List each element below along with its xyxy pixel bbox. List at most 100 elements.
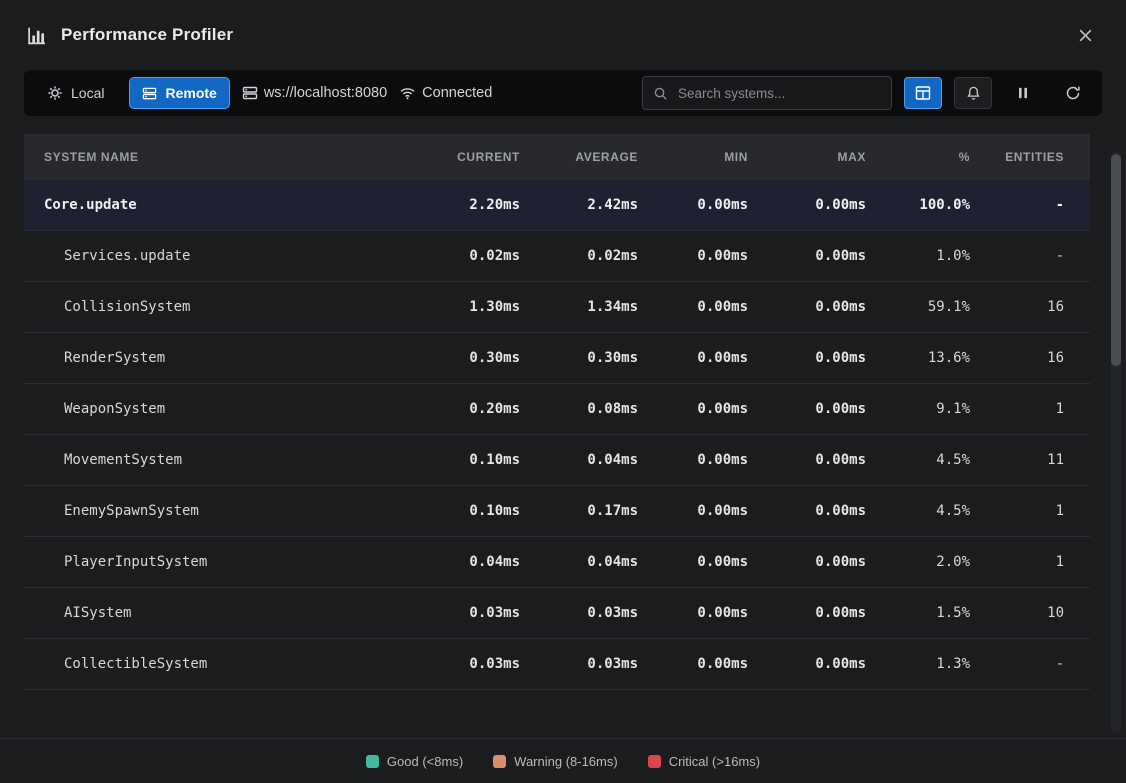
scrollbar-track[interactable]	[1111, 152, 1121, 733]
legend-swatch	[366, 755, 379, 768]
table-row[interactable]: AISystem0.03ms0.03ms0.00ms0.00ms1.5%10	[24, 588, 1090, 639]
pause-icon	[1016, 86, 1030, 100]
cell-min: 0.00ms	[638, 452, 748, 468]
cell-system-name: CollisionSystem	[24, 299, 385, 315]
cell-system-name: Core.update	[24, 197, 385, 213]
scrollbar-thumb[interactable]	[1111, 154, 1121, 366]
table-row[interactable]: RenderSystem0.30ms0.30ms0.00ms0.00ms13.6…	[24, 333, 1090, 384]
cell-percent: 2.0%	[866, 554, 970, 570]
table-grid-icon	[915, 85, 931, 101]
table-body: Core.update2.20ms2.42ms0.00ms0.00ms100.0…	[24, 180, 1090, 690]
remote-mode-label: Remote	[165, 85, 216, 101]
column-header[interactable]: SYSTEM NAME	[24, 150, 385, 164]
cell-min: 0.00ms	[638, 350, 748, 366]
legend-bar: Good (<8ms) Warning (8-16ms) Critical (>16…	[0, 738, 1126, 783]
cell-max: 0.00ms	[748, 554, 866, 570]
cell-percent: 4.5%	[866, 452, 970, 468]
table-row[interactable]: MovementSystem0.10ms0.04ms0.00ms0.00ms4.…	[24, 435, 1090, 486]
local-mode-button[interactable]: Local	[34, 77, 117, 109]
cell-percent: 9.1%	[866, 401, 970, 417]
cell-min: 0.00ms	[638, 197, 748, 213]
pause-button[interactable]	[1004, 77, 1042, 109]
cell-max: 0.00ms	[748, 197, 866, 213]
cell-current: 0.10ms	[385, 503, 520, 519]
search-box	[642, 76, 892, 110]
cell-average: 0.03ms	[520, 656, 638, 672]
cell-system-name: MovementSystem	[24, 452, 385, 468]
server-icon	[242, 85, 258, 101]
table-row[interactable]: Core.update2.20ms2.42ms0.00ms0.00ms100.0…	[24, 180, 1090, 231]
cell-current: 0.20ms	[385, 401, 520, 417]
cell-entities: 16	[970, 350, 1090, 366]
legend-item: Critical (>16ms)	[648, 754, 760, 769]
table-row[interactable]: EnemySpawnSystem0.10ms0.17ms0.00ms0.00ms…	[24, 486, 1090, 537]
cell-average: 0.04ms	[520, 452, 638, 468]
cell-current: 0.03ms	[385, 605, 520, 621]
cell-percent: 4.5%	[866, 503, 970, 519]
cell-max: 0.00ms	[748, 605, 866, 621]
cell-max: 0.00ms	[748, 401, 866, 417]
cell-percent: 1.5%	[866, 605, 970, 621]
legend-swatch	[493, 755, 506, 768]
cell-min: 0.00ms	[638, 248, 748, 264]
column-header[interactable]: MIN	[638, 150, 748, 164]
table-header: SYSTEM NAMECURRENTAVERAGEMINMAX%ENTITIES	[24, 134, 1090, 180]
page-title: Performance Profiler	[61, 25, 233, 45]
table-row[interactable]: PlayerInputSystem0.04ms0.04ms0.00ms0.00m…	[24, 537, 1090, 588]
refresh-button[interactable]	[1054, 77, 1092, 109]
alerts-button[interactable]	[954, 77, 992, 109]
cell-max: 0.00ms	[748, 503, 866, 519]
cell-min: 0.00ms	[638, 554, 748, 570]
close-button[interactable]	[1070, 20, 1100, 50]
cell-percent: 13.6%	[866, 350, 970, 366]
cell-current: 0.03ms	[385, 656, 520, 672]
gear-icon	[47, 85, 63, 101]
cell-min: 0.00ms	[638, 401, 748, 417]
column-header[interactable]: MAX	[748, 150, 866, 164]
legend-item: Warning (8-16ms)	[493, 754, 618, 769]
cell-current: 0.02ms	[385, 248, 520, 264]
connection-status-text: Connected	[422, 85, 492, 101]
search-input[interactable]	[676, 85, 881, 102]
cell-min: 0.00ms	[638, 656, 748, 672]
cell-average: 0.03ms	[520, 605, 638, 621]
server-icon	[142, 86, 157, 101]
table-row[interactable]: WeaponSystem0.20ms0.08ms0.00ms0.00ms9.1%…	[24, 384, 1090, 435]
remote-mode-button[interactable]: Remote	[129, 77, 229, 109]
refresh-icon	[1065, 85, 1081, 101]
cell-entities: 1	[970, 554, 1090, 570]
cell-max: 0.00ms	[748, 350, 866, 366]
cell-average: 0.17ms	[520, 503, 638, 519]
cell-entities: 10	[970, 605, 1090, 621]
cell-average: 2.42ms	[520, 197, 638, 213]
search-icon	[653, 86, 668, 101]
cell-current: 0.30ms	[385, 350, 520, 366]
cell-entities: 11	[970, 452, 1090, 468]
cell-percent: 59.1%	[866, 299, 970, 315]
cell-max: 0.00ms	[748, 656, 866, 672]
table-row[interactable]: Services.update0.02ms0.02ms0.00ms0.00ms1…	[24, 231, 1090, 282]
legend-label: Critical (>16ms)	[669, 754, 760, 769]
cell-system-name: RenderSystem	[24, 350, 385, 366]
table-view-button[interactable]	[904, 77, 942, 109]
cell-system-name: WeaponSystem	[24, 401, 385, 417]
column-header[interactable]: CURRENT	[385, 150, 520, 164]
cell-current: 0.04ms	[385, 554, 520, 570]
legend-label: Warning (8-16ms)	[514, 754, 618, 769]
cell-system-name: EnemySpawnSystem	[24, 503, 385, 519]
column-header[interactable]: ENTITIES	[970, 150, 1090, 164]
cell-min: 0.00ms	[638, 503, 748, 519]
cell-system-name: AISystem	[24, 605, 385, 621]
cell-max: 0.00ms	[748, 248, 866, 264]
cell-average: 0.04ms	[520, 554, 638, 570]
cell-current: 2.20ms	[385, 197, 520, 213]
legend-label: Good (<8ms)	[387, 754, 463, 769]
websocket-url: ws://localhost:8080	[242, 85, 387, 101]
column-header[interactable]: AVERAGE	[520, 150, 638, 164]
table-row[interactable]: CollisionSystem1.30ms1.34ms0.00ms0.00ms5…	[24, 282, 1090, 333]
column-header[interactable]: %	[866, 150, 970, 164]
cell-min: 0.00ms	[638, 299, 748, 315]
systems-table: SYSTEM NAMECURRENTAVERAGEMINMAX%ENTITIES…	[24, 134, 1090, 690]
cell-average: 1.34ms	[520, 299, 638, 315]
table-row[interactable]: CollectibleSystem0.03ms0.03ms0.00ms0.00m…	[24, 639, 1090, 690]
